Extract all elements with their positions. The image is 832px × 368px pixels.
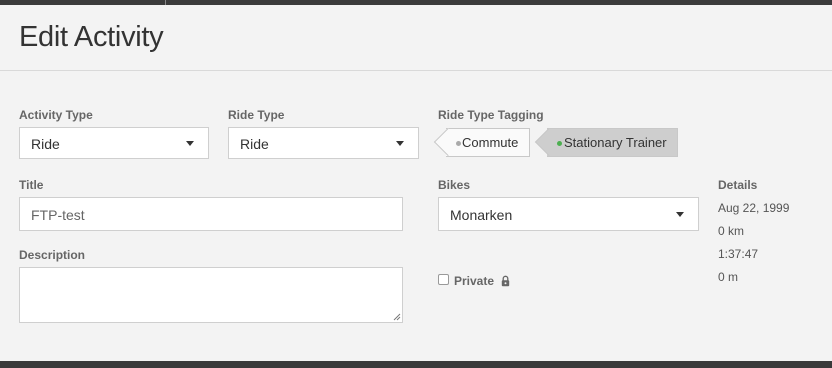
- modal-header: Edit Activity: [0, 5, 832, 71]
- ride-type-select[interactable]: Ride: [228, 127, 419, 159]
- status-dot-icon: [557, 141, 562, 146]
- details-date: Aug 22, 1999: [718, 201, 790, 215]
- activity-type-label: Activity Type: [19, 108, 93, 122]
- bikes-select[interactable]: Monarken: [438, 197, 699, 231]
- activity-type-value: Ride: [31, 136, 60, 152]
- chevron-down-icon: [676, 212, 684, 217]
- bikes-value: Monarken: [450, 207, 513, 223]
- details-time: 1:37:47: [718, 247, 759, 261]
- status-dot-icon: [456, 141, 461, 146]
- title-label: Title: [19, 178, 44, 192]
- chevron-down-icon: [396, 141, 404, 146]
- ride-type-tagging-label: Ride Type Tagging: [438, 108, 544, 122]
- description-label: Description: [19, 248, 86, 262]
- title-value: FTP-test: [31, 207, 85, 223]
- description-textarea[interactable]: [19, 267, 403, 323]
- title-input[interactable]: FTP-test: [19, 197, 403, 231]
- edit-activity-modal: Edit Activity Activity Type Ride Ride Ty…: [0, 5, 832, 361]
- activity-type-select[interactable]: Ride: [19, 127, 209, 159]
- lock-icon: [501, 275, 510, 287]
- details-label: Details: [718, 178, 758, 192]
- tag-commute[interactable]: Commute: [433, 127, 530, 157]
- modal-title: Edit Activity: [19, 21, 164, 53]
- details-distance: 0 km: [718, 224, 745, 238]
- tag-stationary-trainer[interactable]: Stationary Trainer: [534, 127, 678, 157]
- chevron-down-icon: [186, 141, 194, 146]
- tag-label: Commute: [462, 135, 519, 150]
- ride-type-label: Ride Type: [228, 108, 285, 122]
- background-bottom-band: [0, 361, 832, 368]
- private-label: Private: [454, 274, 495, 288]
- tag-label: Stationary Trainer: [564, 135, 667, 150]
- resize-handle-icon[interactable]: [393, 313, 401, 321]
- details-elevation: 0 m: [718, 270, 739, 284]
- ride-type-value: Ride: [240, 136, 269, 152]
- bikes-label: Bikes: [438, 178, 471, 192]
- private-checkbox[interactable]: [438, 274, 449, 285]
